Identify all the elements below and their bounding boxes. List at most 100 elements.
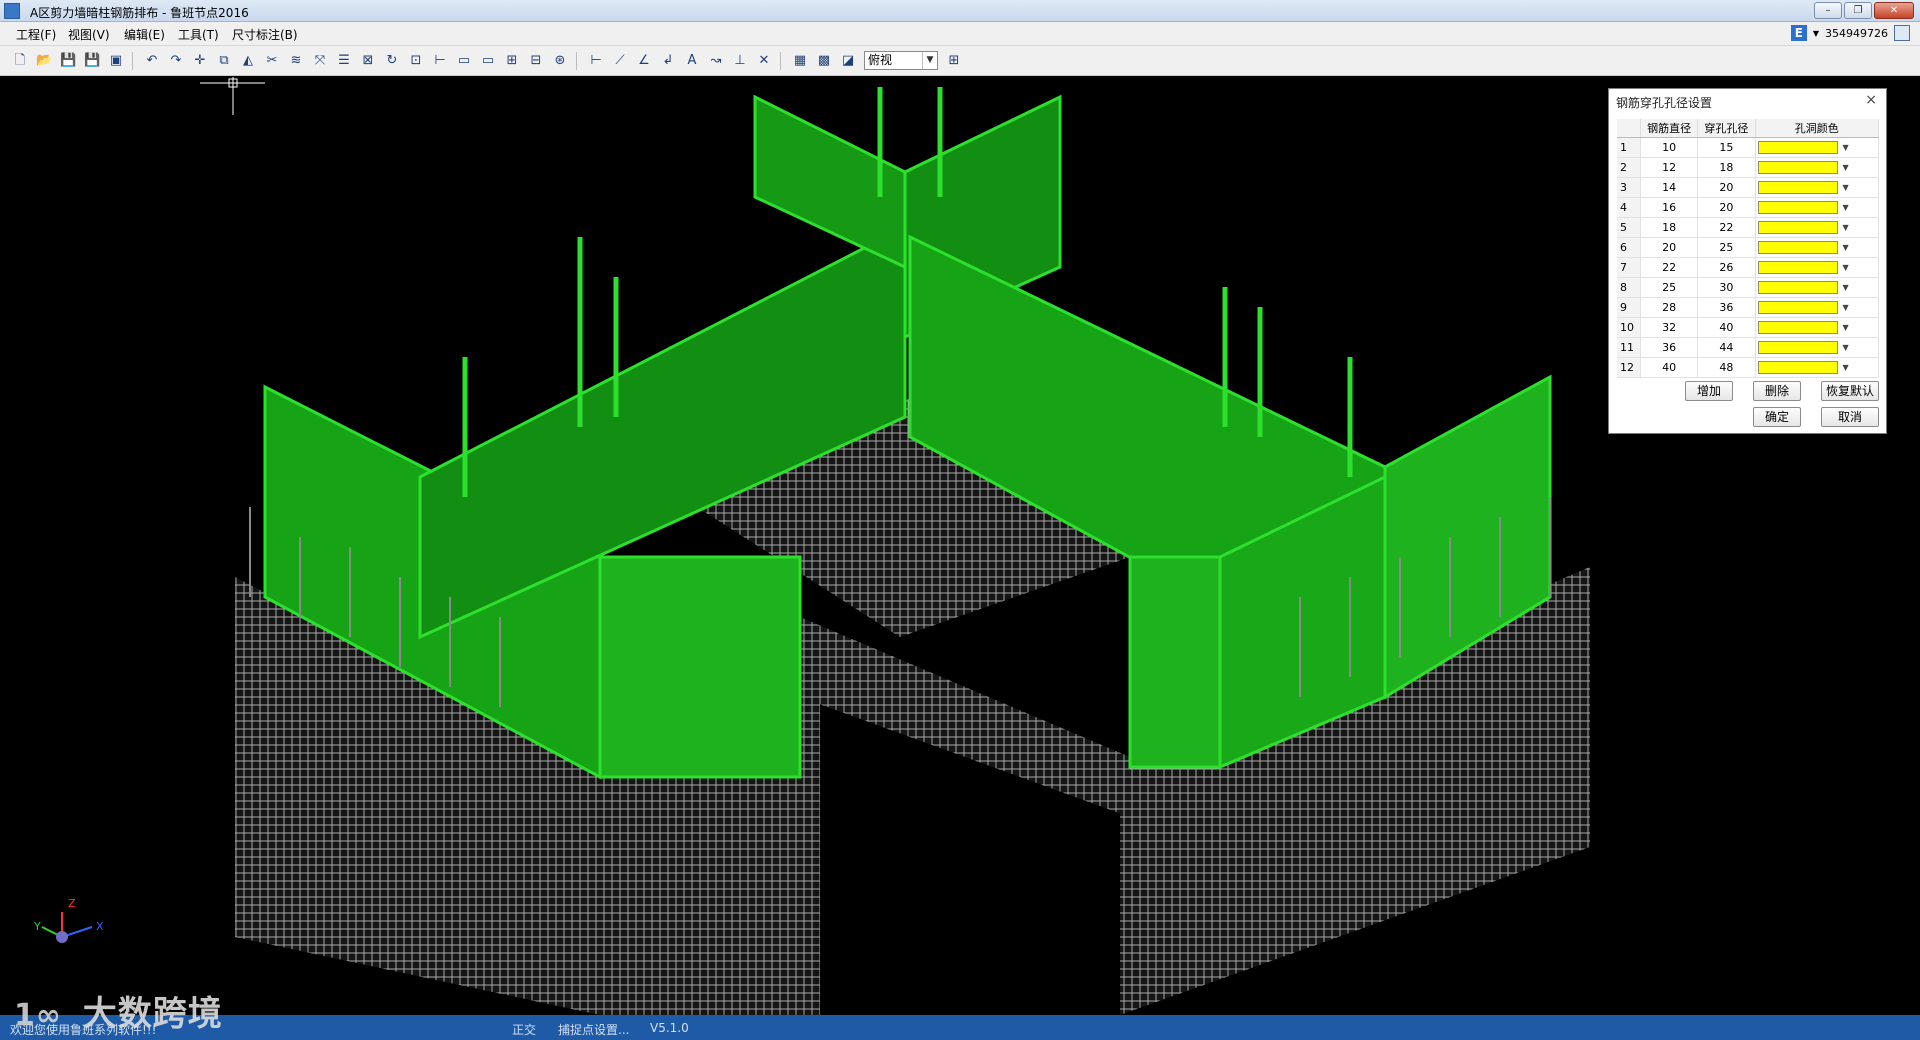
table-row[interactable]: 10 32 40 ▼ [1617,317,1880,338]
hole-diameter-cell[interactable]: 48 [1697,357,1756,378]
group-icon[interactable]: ⊛ [552,53,568,69]
break-icon[interactable]: ⊠ [360,53,376,69]
hole-color-cell[interactable]: ▼ [1755,157,1880,178]
table-row[interactable]: 6 20 25 ▼ [1617,237,1880,258]
trim-icon[interactable]: ✂ [264,53,280,69]
rebar-diameter-cell[interactable]: 12 [1640,157,1699,178]
hole-diameter-cell[interactable]: 15 [1697,137,1756,158]
save-icon[interactable]: 💾 [60,53,76,69]
extend-icon[interactable]: ⤧ [312,53,328,69]
hole-diameter-cell[interactable]: 30 [1697,277,1756,298]
stretch-icon[interactable]: ⊢ [432,53,448,69]
rebar-diameter-cell[interactable]: 36 [1640,337,1699,358]
chevron-down-icon[interactable]: ▼ [1840,343,1852,352]
open-folder-icon[interactable]: 📂 [36,53,52,69]
add-button[interactable]: 增加 [1685,381,1733,401]
color-swatch[interactable] [1757,141,1838,155]
rotate-icon[interactable]: ↻ [384,53,400,69]
array-icon[interactable]: ☰ [336,53,352,69]
table-row[interactable]: 3 14 20 ▼ [1617,177,1880,198]
hole-color-cell[interactable]: ▼ [1755,237,1880,258]
menu-edit[interactable]: 编辑(E) [124,26,165,43]
frame-icon[interactable]: ▭ [480,53,496,69]
undo-icon[interactable]: ↶ [144,53,160,69]
color-swatch[interactable] [1757,221,1838,235]
offset-icon[interactable]: ≋ [288,53,304,69]
block-icon[interactable]: ⊟ [528,53,544,69]
ortho-toggle[interactable]: 正交 [512,1021,536,1038]
text-icon[interactable]: A [684,53,700,69]
hole-color-cell[interactable]: ▼ [1755,217,1880,238]
leader-icon[interactable]: ↝ [708,53,724,69]
color-swatch[interactable] [1757,161,1838,175]
color-swatch[interactable] [1757,321,1838,335]
chevron-down-icon[interactable]: ▼ [1840,323,1852,332]
chevron-down-icon[interactable]: ▼ [1840,263,1852,272]
dim-aligned-icon[interactable]: ⟋ [612,53,628,69]
menu-dimension[interactable]: 尺寸标注(B) [232,26,298,43]
table-row[interactable]: 8 25 30 ▼ [1617,277,1880,298]
hole-diameter-cell[interactable]: 40 [1697,317,1756,338]
rebar-diameter-cell[interactable]: 14 [1640,177,1699,198]
rebar-diameter-cell[interactable]: 32 [1640,317,1699,338]
table-row[interactable]: 12 40 48 ▼ [1617,357,1880,378]
dim-linear-icon[interactable]: ⊢ [588,53,604,69]
new-file-icon[interactable]: 🗋 [12,53,28,69]
hole-color-cell[interactable]: ▼ [1755,277,1880,298]
rebar-diameter-cell[interactable]: 25 [1640,277,1699,298]
dim-radius-icon[interactable]: ↲ [660,53,676,69]
layer-icon[interactable]: ⊞ [946,53,962,69]
snap-settings[interactable]: 捕捉点设置... [558,1021,629,1038]
hole-diameter-cell[interactable]: 26 [1697,257,1756,278]
view-select[interactable]: 俯视 ▼ [864,51,938,70]
minimize-button[interactable]: – [1814,2,1842,19]
rebar-diameter-cell[interactable]: 10 [1640,137,1699,158]
rect-icon[interactable]: ▭ [456,53,472,69]
table-row[interactable]: 5 18 22 ▼ [1617,217,1880,238]
chevron-down-icon[interactable]: ▼ [1813,29,1819,38]
close-icon[interactable]: × [1865,92,1877,108]
color-swatch[interactable] [1757,201,1838,215]
table-row[interactable]: 1 10 15 ▼ [1617,137,1880,158]
copy-icon[interactable]: ⧉ [216,53,232,69]
rebar-diameter-cell[interactable]: 28 [1640,297,1699,318]
rebar-diameter-cell[interactable]: 20 [1640,237,1699,258]
table-row[interactable]: 9 28 36 ▼ [1617,297,1880,318]
mirror-icon[interactable]: ◭ [240,53,256,69]
view-2d-icon[interactable]: ▦ [792,53,808,69]
restore-default-button[interactable]: 恢复默认 [1821,381,1879,401]
rebar-diameter-cell[interactable]: 16 [1640,197,1699,218]
cancel-button[interactable]: 取消 [1821,407,1879,427]
chevron-down-icon[interactable]: ▼ [1840,163,1852,172]
hole-color-cell[interactable]: ▼ [1755,297,1880,318]
chevron-down-icon[interactable]: ▼ [1840,303,1852,312]
chevron-down-icon[interactable]: ▼ [1840,283,1852,292]
dim-angle-icon[interactable]: ∠ [636,53,652,69]
insert-icon[interactable]: ⊞ [504,53,520,69]
hole-color-cell[interactable]: ▼ [1755,177,1880,198]
table-row[interactable]: 4 16 20 ▼ [1617,197,1880,218]
table-row[interactable]: 7 22 26 ▼ [1617,257,1880,278]
menu-view[interactable]: 视图(V) [68,26,110,43]
chevron-down-icon[interactable]: ▼ [922,52,937,69]
chevron-down-icon[interactable]: ▼ [1840,143,1852,152]
user-icon[interactable] [1894,25,1910,41]
scale-icon[interactable]: ⊡ [408,53,424,69]
hole-color-cell[interactable]: ▼ [1755,317,1880,338]
color-swatch[interactable] [1757,361,1838,375]
move-icon[interactable]: ✛ [192,53,208,69]
color-swatch[interactable] [1757,341,1838,355]
print-icon[interactable]: ▣ [108,53,124,69]
color-swatch[interactable] [1757,281,1838,295]
hole-color-cell[interactable]: ▼ [1755,137,1880,158]
view-3d-icon[interactable]: ▩ [816,53,832,69]
table-row[interactable]: 11 36 44 ▼ [1617,337,1880,358]
chevron-down-icon[interactable]: ▼ [1840,203,1852,212]
chevron-down-icon[interactable]: ▼ [1840,223,1852,232]
delete-button[interactable]: 删除 [1753,381,1801,401]
rebar-diameter-cell[interactable]: 18 [1640,217,1699,238]
hole-color-cell[interactable]: ▼ [1755,257,1880,278]
color-swatch[interactable] [1757,261,1838,275]
hole-diameter-cell[interactable]: 22 [1697,217,1756,238]
chevron-down-icon[interactable]: ▼ [1840,363,1852,372]
